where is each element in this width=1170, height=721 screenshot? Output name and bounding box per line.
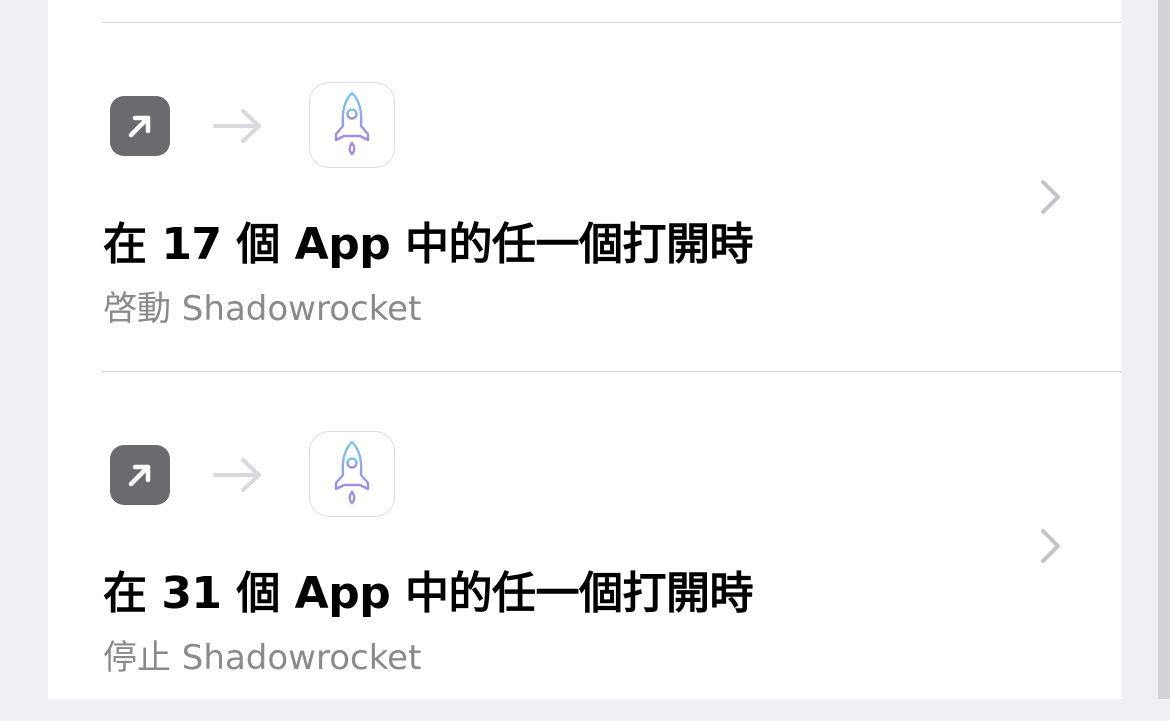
automation-trigger-title: 在 31 個 App 中的任一個打開時: [103, 568, 754, 619]
rocket-icon: [334, 440, 370, 505]
automation-trigger-title: 在 17 個 App 中的任一個打開時: [103, 219, 754, 270]
automation-action-subtitle: 啓動 Shadowrocket: [103, 289, 422, 329]
automation-row-1[interactable]: 在 17 個 App 中的任一個打開時 啓動 Shadowrocket: [48, 23, 1122, 372]
chevron-right-icon[interactable]: [1038, 179, 1062, 215]
automation-icons: [110, 431, 410, 519]
automation-list: 在 17 個 App 中的任一個打開時 啓動 Shadowrocket 在 31…: [48, 0, 1122, 699]
automation-row-2[interactable]: 在 31 個 App 中的任一個打開時 停止 Shadowrocket: [48, 372, 1122, 721]
automation-action-subtitle: 停止 Shadowrocket: [103, 638, 422, 678]
scroll-edge: [1158, 0, 1170, 699]
open-app-icon: [110, 445, 170, 505]
shadowrocket-app-icon: [309, 82, 395, 168]
chevron-right-icon[interactable]: [1038, 528, 1062, 564]
shadowrocket-app-icon: [309, 431, 395, 517]
automation-icons: [110, 82, 410, 170]
open-app-icon: [110, 96, 170, 156]
rocket-icon: [334, 91, 370, 156]
flow-arrow-icon: [213, 109, 261, 143]
flow-arrow-icon: [213, 458, 261, 492]
